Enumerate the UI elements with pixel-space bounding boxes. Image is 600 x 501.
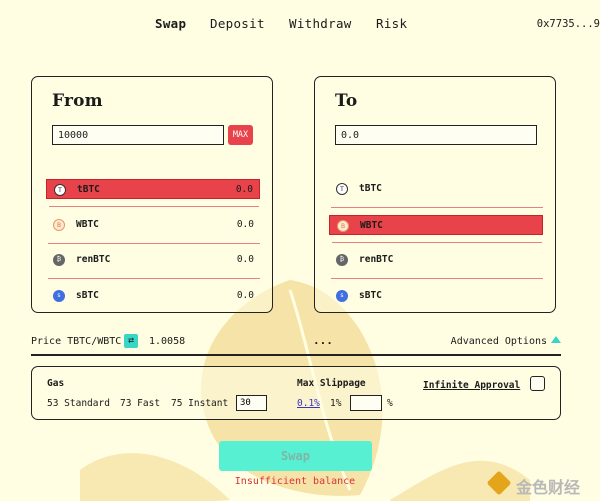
token-balance: 0.0: [236, 219, 254, 230]
token-name: sBTC: [359, 290, 382, 301]
token-name: tBTC: [359, 183, 382, 194]
watermark-logo-icon: [486, 470, 512, 496]
slippage-option-high[interactable]: 1%: [330, 398, 341, 409]
to-token-row-tbtc[interactable]: T tBTC: [329, 179, 543, 208]
max-button[interactable]: MAX: [228, 125, 253, 145]
advanced-options-toggle[interactable]: Advanced Options: [451, 336, 561, 347]
token-balance: 0.0: [235, 184, 253, 195]
from-amount-input[interactable]: [52, 125, 224, 145]
row-divider: [331, 207, 543, 208]
chevron-up-icon: [551, 336, 561, 343]
price-value: 1.0058: [149, 336, 186, 347]
price-label: Price TBTC/WBTC: [31, 336, 122, 347]
token-name: WBTC: [360, 220, 383, 231]
slippage-option-low[interactable]: 0.1%: [297, 398, 320, 409]
token-balance: 0.0: [236, 290, 254, 301]
from-token-row-sbtc[interactable]: s sBTC 0.0: [46, 286, 260, 306]
renbtc-icon: ₿: [53, 254, 65, 266]
sbtc-icon: s: [53, 290, 65, 302]
from-token-row-tbtc[interactable]: T tBTC 0.0: [46, 179, 260, 207]
price-bar: Price TBTC/WBTC ⇄ 1.0058 ... Advanced Op…: [31, 334, 561, 356]
row-divider: [49, 206, 259, 207]
from-token-row-renbtc[interactable]: ₿ renBTC 0.0: [46, 250, 260, 279]
token-name: renBTC: [76, 254, 111, 265]
renbtc-icon: ₿: [336, 254, 348, 266]
divider: [31, 354, 561, 356]
row-divider: [48, 243, 260, 244]
token-name: tBTC: [77, 184, 100, 195]
tbtc-icon: T: [54, 184, 66, 196]
tab-swap[interactable]: Swap: [155, 16, 186, 31]
wallet-address[interactable]: 0x7735...9: [537, 18, 600, 30]
from-panel: From MAX T tBTC 0.0 B WBTC 0.0 ₿ renBTC …: [31, 76, 273, 313]
infinite-approval-label[interactable]: Infinite Approval: [423, 380, 520, 391]
token-name: sBTC: [76, 290, 99, 301]
sbtc-icon: s: [336, 290, 348, 302]
swap-direction-icon[interactable]: ⇄: [124, 334, 138, 348]
gas-title: Gas: [47, 378, 65, 389]
to-title: To: [335, 91, 358, 111]
to-token-row-renbtc[interactable]: ₿ renBTC: [329, 250, 543, 279]
to-amount-input[interactable]: [335, 125, 537, 145]
price-ellipsis: ...: [313, 334, 333, 347]
advanced-options-panel: Gas 53 Standard 73 Fast 75 Instant Max S…: [31, 366, 561, 420]
wbtc-icon: B: [53, 219, 65, 231]
gas-instant-option[interactable]: 75 Instant: [171, 398, 228, 409]
token-name: renBTC: [359, 254, 394, 265]
watermark-text: 金色财经: [516, 478, 581, 497]
tab-risk[interactable]: Risk: [376, 16, 407, 31]
to-token-row-sbtc[interactable]: s sBTC: [329, 286, 543, 306]
tbtc-icon: T: [336, 183, 348, 195]
advanced-options-label: Advanced Options: [450, 336, 547, 347]
wbtc-icon: B: [337, 220, 349, 232]
gas-custom-input[interactable]: [236, 395, 267, 411]
from-title: From: [52, 91, 103, 111]
from-token-row-wbtc[interactable]: B WBTC 0.0: [46, 215, 260, 244]
tab-deposit[interactable]: Deposit: [210, 16, 265, 31]
row-divider: [331, 278, 543, 279]
gas-fast-option[interactable]: 73 Fast: [120, 398, 160, 409]
to-token-row-wbtc[interactable]: B WBTC: [329, 215, 543, 243]
swap-button[interactable]: Swap: [219, 441, 372, 471]
infinite-approval-checkbox[interactable]: [530, 376, 545, 391]
token-name: WBTC: [76, 219, 99, 230]
top-nav: Swap Deposit Withdraw Risk 0x7735...9: [0, 16, 600, 32]
percent-sign: %: [387, 398, 393, 409]
gas-standard-option[interactable]: 53 Standard: [47, 398, 110, 409]
to-panel: To T tBTC B WBTC ₿ renBTC s sBTC: [314, 76, 556, 313]
token-balance: 0.0: [236, 254, 254, 265]
row-divider: [48, 278, 260, 279]
tab-withdraw[interactable]: Withdraw: [289, 16, 352, 31]
slippage-custom-input[interactable]: [350, 395, 382, 411]
row-divider: [332, 242, 542, 243]
slippage-title: Max Slippage: [297, 378, 366, 389]
